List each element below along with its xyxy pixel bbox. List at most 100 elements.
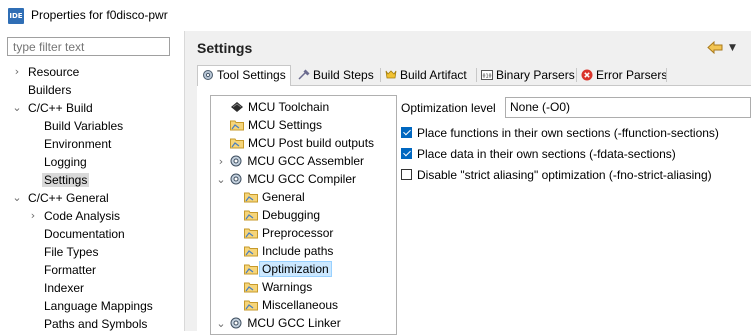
tab-label: Error Parsers [596,68,668,82]
window-title: Properties for f0disco-pwr [31,8,168,22]
tree-item-mcu-toolchain[interactable]: MCU Toolchain [230,98,329,116]
chevron-right-icon[interactable]: › [28,207,38,225]
tab-label: Build Steps [313,68,374,82]
strict-aliasing-checkbox[interactable] [401,169,412,180]
page-title: Settings [197,40,253,56]
tree-item-miscellaneous[interactable]: Miscellaneous [244,296,338,314]
gear-icon [229,154,243,167]
chevron-right-icon[interactable]: › [12,63,22,81]
binary-parsers-icon: 010 [481,68,493,80]
nav-item-label: Code Analysis [44,209,121,223]
function-sections-option[interactable]: Place functions in their own sections (-… [401,125,719,143]
chevron-right-icon[interactable]: › [216,153,226,171]
tab-label: Build Artifact [400,68,467,82]
svg-text:010: 010 [483,74,492,80]
nav-item-label: Language Mappings [44,299,153,313]
tree-item-mcu-post-build[interactable]: MCU Post build outputs [230,134,374,152]
option-label: Place functions in their own sections (-… [417,126,719,140]
gear-icon [229,172,243,185]
function-sections-checkbox[interactable] [401,127,412,138]
folder-settings-icon [244,244,258,257]
tree-item-warnings[interactable]: Warnings [244,278,312,296]
nav-item-builders[interactable]: Builders [28,81,71,99]
back-arrow-icon[interactable] [707,40,723,58]
chevron-down-icon[interactable]: ⌄ [12,189,22,207]
tree-item-optimization[interactable]: Optimization [244,260,332,278]
chevron-down-icon[interactable]: ⌄ [12,99,22,117]
tree-item-mcu-settings[interactable]: MCU Settings [230,116,322,134]
title-bar: IDE Properties for f0disco-pwr [0,0,751,31]
tree-item-label: Optimization [259,261,332,277]
tree-item-preprocessor[interactable]: Preprocessor [244,224,333,242]
tree-item-label: Warnings [262,280,313,294]
nav-item-label: Resource [28,65,80,79]
chevron-down-icon[interactable]: ⌄ [216,315,226,333]
tab-label: Binary Parsers [496,68,575,82]
nav-item-build-variables[interactable]: Build Variables [44,117,123,135]
tab-label: Tool Settings [217,68,286,82]
nav-item-label: Documentation [44,227,125,241]
nav-item-label: Logging [44,155,87,169]
build-steps-icon [298,68,310,80]
tree-item-label: Debugging [262,208,321,222]
folder-settings-icon [244,280,258,293]
app-icon: IDE [8,8,24,24]
tree-item-debugging[interactable]: Debugging [244,206,320,224]
tab-separator [380,68,381,82]
nav-item-label: Formatter [44,263,97,277]
tab-separator [476,68,477,82]
tree-item-general[interactable]: General [244,188,305,206]
tree-item-label: MCU Post build outputs [248,136,375,150]
tab-separator [576,68,577,82]
nav-item-indexer[interactable]: Indexer [44,279,84,297]
folder-settings-icon [244,208,258,221]
tree-item-include-paths[interactable]: Include paths [244,242,333,260]
nav-item-settings[interactable]: Settings [42,171,90,189]
tree-item-label: Preprocessor [262,226,334,240]
error-parsers-icon [581,68,593,81]
nav-item-file-types[interactable]: File Types [44,243,98,261]
strict-aliasing-option[interactable]: Disable "strict aliasing" optimization (… [401,167,712,185]
data-sections-checkbox[interactable] [401,148,412,159]
nav-item-label: C/C++ General [28,191,109,205]
tree-item-label: MCU GCC Linker [247,316,341,330]
nav-item-language-mappings[interactable]: Language Mappings [44,297,153,315]
tab-error-parsers[interactable]: Error Parsers [581,66,667,85]
nav-item-label: File Types [44,245,99,259]
nav-item-formatter[interactable]: Formatter [44,261,96,279]
tree-item-label: Miscellaneous [262,298,339,312]
folder-settings-icon [244,190,258,203]
nav-item-environment[interactable]: Environment [44,135,111,153]
nav-item-paths-and-symbols[interactable]: Paths and Symbols [44,315,147,333]
nav-item-label: Settings [42,173,90,187]
nav-item-label: Environment [44,137,112,151]
tree-item-mcu-gcc-assembler[interactable]: › MCU GCC Assembler [216,152,364,170]
tree-item-label: MCU GCC Assembler [247,154,365,168]
chevron-down-icon[interactable]: ▼ [729,43,736,53]
nav-item-label: Builders [28,83,72,97]
chevron-down-icon[interactable]: ⌄ [216,171,226,189]
nav-item-label: C/C++ Build [28,101,93,115]
tab-build-artifact[interactable]: Build Artifact [385,66,467,85]
nav-item-label: Indexer [44,281,85,295]
optimization-level-label: Optimization level [401,101,496,115]
tree-item-label: MCU GCC Compiler [247,172,357,186]
gear-icon [229,316,243,329]
tree-item-label: MCU Toolchain [248,100,330,114]
tab-binary-parsers[interactable]: 010 Binary Parsers [481,66,575,85]
tree-item-mcu-gcc-linker[interactable]: ⌄ MCU GCC Linker [216,314,341,333]
data-sections-option[interactable]: Place data in their own sections (-fdata… [401,146,676,164]
chip-icon [230,100,244,112]
filter-input[interactable] [7,37,170,56]
option-label: Disable "strict aliasing" optimization (… [417,168,712,182]
tab-separator [666,68,667,82]
nav-item-documentation[interactable]: Documentation [44,225,125,243]
nav-item-logging[interactable]: Logging [44,153,87,171]
optimization-level-select[interactable]: None (-O0) [505,97,751,118]
tool-settings-icon [202,68,214,80]
tree-item-label: MCU Settings [248,118,323,132]
folder-settings-icon [244,262,258,275]
tab-tool-settings[interactable]: Tool Settings [197,65,291,87]
tab-build-steps[interactable]: Build Steps [298,66,374,85]
tree-item-mcu-gcc-compiler[interactable]: ⌄ MCU GCC Compiler [216,170,356,188]
